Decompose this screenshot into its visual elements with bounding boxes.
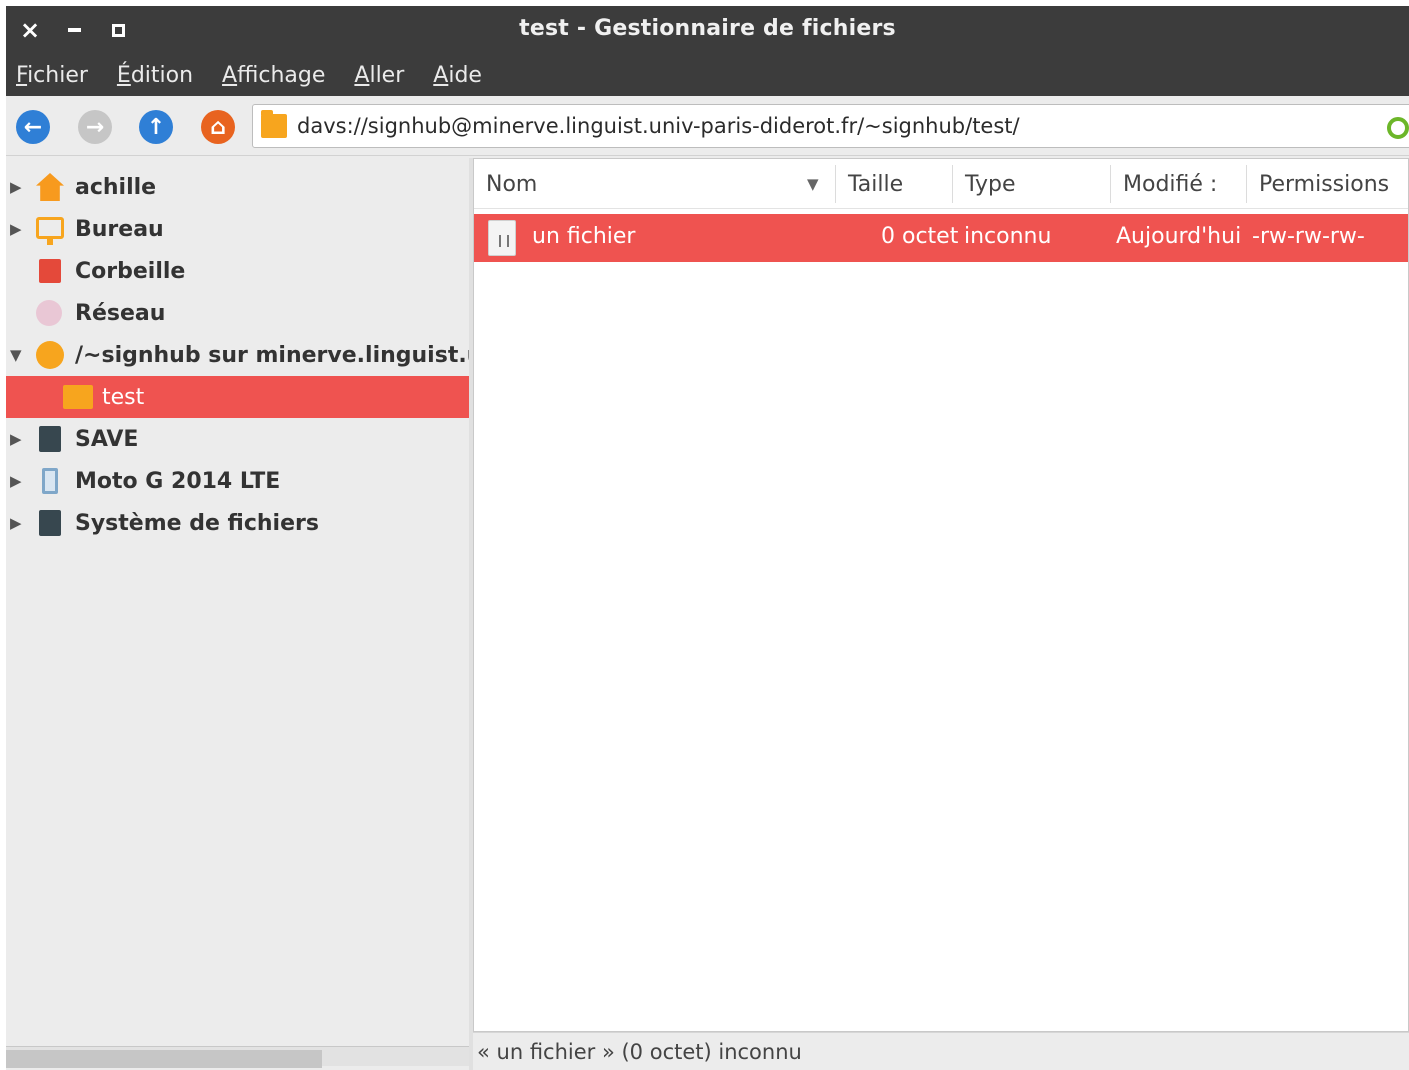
column-header-row: Nom ▼ Taille Type Modifié : Permissions <box>474 159 1408 209</box>
sidebar-item-corbeille[interactable]: Corbeille <box>6 250 469 292</box>
drive-icon <box>39 426 61 452</box>
folder-icon <box>261 110 287 138</box>
home-icon <box>36 173 64 201</box>
title-bar[interactable]: × test - Gestionnaire de fichiers <box>6 6 1409 54</box>
arrow-up-icon: ↑ <box>146 114 166 140</box>
column-header-nom[interactable]: Nom <box>474 165 835 203</box>
menu-fichier[interactable]: Fichier <box>16 63 88 88</box>
sidebar-item-test[interactable]: test <box>6 376 469 418</box>
sidebar-item-label: Système de fichiers <box>75 510 319 536</box>
expander-icon[interactable]: ▶ <box>10 178 24 196</box>
back-button[interactable]: ← <box>16 110 50 144</box>
desktop-icon <box>36 217 64 245</box>
location-path[interactable]: davs://signhub@minerve.linguist.univ-par… <box>297 114 1020 138</box>
column-header-label: Nom <box>486 171 538 197</box>
sidebar-item-label: Moto G 2014 LTE <box>75 468 281 494</box>
menu-aide[interactable]: Aide <box>433 63 482 88</box>
menu-edition[interactable]: Édition <box>117 63 193 88</box>
column-header-label: Taille <box>848 171 904 197</box>
file-permissions: -rw-rw-rw- <box>1252 224 1365 249</box>
sidebar-item-bureau[interactable]: ▶ Bureau <box>6 208 469 250</box>
trash-icon <box>39 259 61 283</box>
file-modified: Aujourd'hui <box>1116 224 1242 249</box>
column-header-label: Permissions <box>1259 171 1390 197</box>
column-header-modifie[interactable]: Modifié : <box>1110 165 1246 203</box>
sort-descending-icon[interactable]: ▼ <box>807 175 819 193</box>
expander-icon[interactable]: ▶ <box>10 514 24 532</box>
forward-button[interactable]: → <box>78 110 112 144</box>
expander-icon[interactable]: ▶ <box>10 220 24 238</box>
sidebar-item-reseau[interactable]: Réseau <box>6 292 469 334</box>
sidebar-item-label: SAVE <box>75 426 139 452</box>
column-header-label: Type <box>965 171 1016 197</box>
reload-icon[interactable] <box>1387 117 1409 139</box>
status-bar: « un fichier » (0 octet) inconnu <box>473 1032 1409 1070</box>
file-size: 0 octet <box>881 224 959 249</box>
drive-icon <box>39 510 61 536</box>
sidebar-item-systeme-de-fichiers[interactable]: ▶ Système de fichiers <box>6 502 469 544</box>
sidebar-item-label: test <box>102 384 145 410</box>
window-title: test - Gestionnaire de fichiers <box>519 16 896 41</box>
menu-bar: Fichier Édition Affichage Aller Aide <box>6 54 1409 96</box>
file-list: Nom ▼ Taille Type Modifié : Permissions … <box>473 158 1409 1032</box>
column-header-type[interactable]: Type <box>952 165 1110 203</box>
file-type: inconnu <box>964 224 1052 249</box>
home-button[interactable]: ⌂ <box>201 110 235 144</box>
arrow-right-icon: → <box>85 114 105 140</box>
home-icon: ⌂ <box>210 114 226 140</box>
network-icon <box>36 300 62 326</box>
sidebar-item-label: achille <box>75 174 157 200</box>
table-row[interactable]: un fichier 0 octet inconnu Aujourd'hui -… <box>474 214 1408 262</box>
up-button[interactable]: ↑ <box>139 110 173 144</box>
location-bar[interactable]: davs://signhub@minerve.linguist.univ-par… <box>252 104 1409 148</box>
sidebar-item-remote-share[interactable]: ▼ /~signhub sur minerve.linguist.univ <box>6 334 469 376</box>
file-name: un fichier <box>532 224 636 249</box>
column-header-taille[interactable]: Taille <box>835 165 952 203</box>
sidebar: ▶ achille ▶ Bureau Corbeille Réseau ▼ /~… <box>6 158 469 1070</box>
sidebar-item-label: Bureau <box>75 216 164 242</box>
file-icon <box>488 220 516 256</box>
expander-icon[interactable]: ▶ <box>10 472 24 490</box>
phone-icon <box>42 468 58 494</box>
sidebar-horizontal-scrollbar[interactable] <box>6 1046 469 1068</box>
sidebar-item-label: /~signhub sur minerve.linguist.univ <box>75 342 469 368</box>
file-manager-window: × test - Gestionnaire de fichiers Fichie… <box>6 6 1409 1070</box>
sidebar-item-achille[interactable]: ▶ achille <box>6 166 469 208</box>
arrow-left-icon: ← <box>23 114 43 140</box>
folder-icon <box>63 385 93 409</box>
remote-share-icon <box>36 341 64 369</box>
menu-affichage[interactable]: Affichage <box>222 63 325 88</box>
sidebar-item-label: Corbeille <box>75 258 186 284</box>
column-header-permissions[interactable]: Permissions <box>1246 165 1408 203</box>
expander-icon[interactable]: ▼ <box>10 346 24 364</box>
sidebar-item-label: Réseau <box>75 300 166 326</box>
sidebar-item-moto-g[interactable]: ▶ Moto G 2014 LTE <box>6 460 469 502</box>
toolbar: ← → ↑ ⌂ davs://signhub@minerve.linguist.… <box>6 96 1409 156</box>
scrollbar-thumb[interactable] <box>6 1050 322 1068</box>
sidebar-item-save[interactable]: ▶ SAVE <box>6 418 469 460</box>
column-header-label: Modifié : <box>1123 171 1218 197</box>
menu-aller[interactable]: Aller <box>354 63 404 88</box>
status-text: « un fichier » (0 octet) inconnu <box>477 1039 802 1064</box>
expander-icon[interactable]: ▶ <box>10 430 24 448</box>
